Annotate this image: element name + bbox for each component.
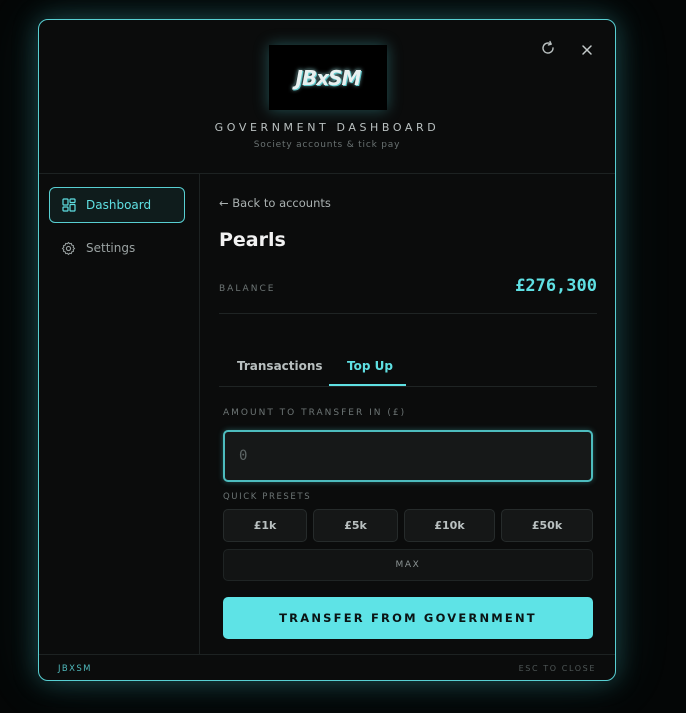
balance-label: BALANCE <box>219 284 276 294</box>
sidebar-item-label: Settings <box>86 241 136 255</box>
esc-hint: ESC TO CLOSE <box>518 664 596 673</box>
close-button[interactable] <box>577 40 597 60</box>
presets-label: QUICK PRESETS <box>223 492 312 502</box>
footer: JBXSM ESC TO CLOSE <box>39 654 615 680</box>
preset-1k-button[interactable]: £1k <box>223 509 307 542</box>
refresh-button[interactable] <box>538 38 558 58</box>
back-to-accounts-link[interactable]: ← Back to accounts <box>219 196 331 210</box>
header-subtitle: Society accounts & tick pay <box>253 140 401 150</box>
sidebar-item-dashboard[interactable]: Dashboard <box>49 187 185 223</box>
amount-input[interactable] <box>223 430 593 482</box>
balance-row: BALANCE £276,300 <box>219 269 597 314</box>
tab-bar: Transactions Top Up <box>219 333 597 387</box>
gear-icon <box>61 241 76 255</box>
active-tab-indicator <box>329 384 406 386</box>
logo: JBxSM <box>269 45 387 110</box>
header-title: GOVERNMENT DASHBOARD <box>214 121 440 134</box>
grid-icon <box>62 198 76 212</box>
header: JBxSM GOVERNMENT DASHBOARD Society accou… <box>39 20 615 174</box>
preset-10k-button[interactable]: £10k <box>404 509 495 542</box>
footer-brand: JBXSM <box>58 664 92 674</box>
dashboard-window: JBxSM GOVERNMENT DASHBOARD Society accou… <box>38 19 616 681</box>
refresh-icon <box>542 40 554 54</box>
sidebar-item-settings[interactable]: Settings <box>49 230 185 266</box>
amount-label: AMOUNT TO TRANSFER IN (£) <box>223 408 407 418</box>
tab-transactions[interactable]: Transactions <box>237 359 323 373</box>
transfer-button[interactable]: TRANSFER FROM GOVERNMENT <box>223 597 593 639</box>
max-button[interactable]: MAX <box>223 549 593 581</box>
logo-text: JBxSM <box>295 65 362 90</box>
balance-value: £276,300 <box>515 276 597 296</box>
tab-top-up[interactable]: Top Up <box>347 359 393 373</box>
page-title: Pearls <box>219 229 286 251</box>
sidebar: Dashboard Settings <box>39 173 200 654</box>
preset-5k-button[interactable]: £5k <box>313 509 398 542</box>
sidebar-item-label: Dashboard <box>86 198 152 212</box>
preset-50k-button[interactable]: £50k <box>501 509 593 542</box>
close-icon <box>582 45 592 55</box>
